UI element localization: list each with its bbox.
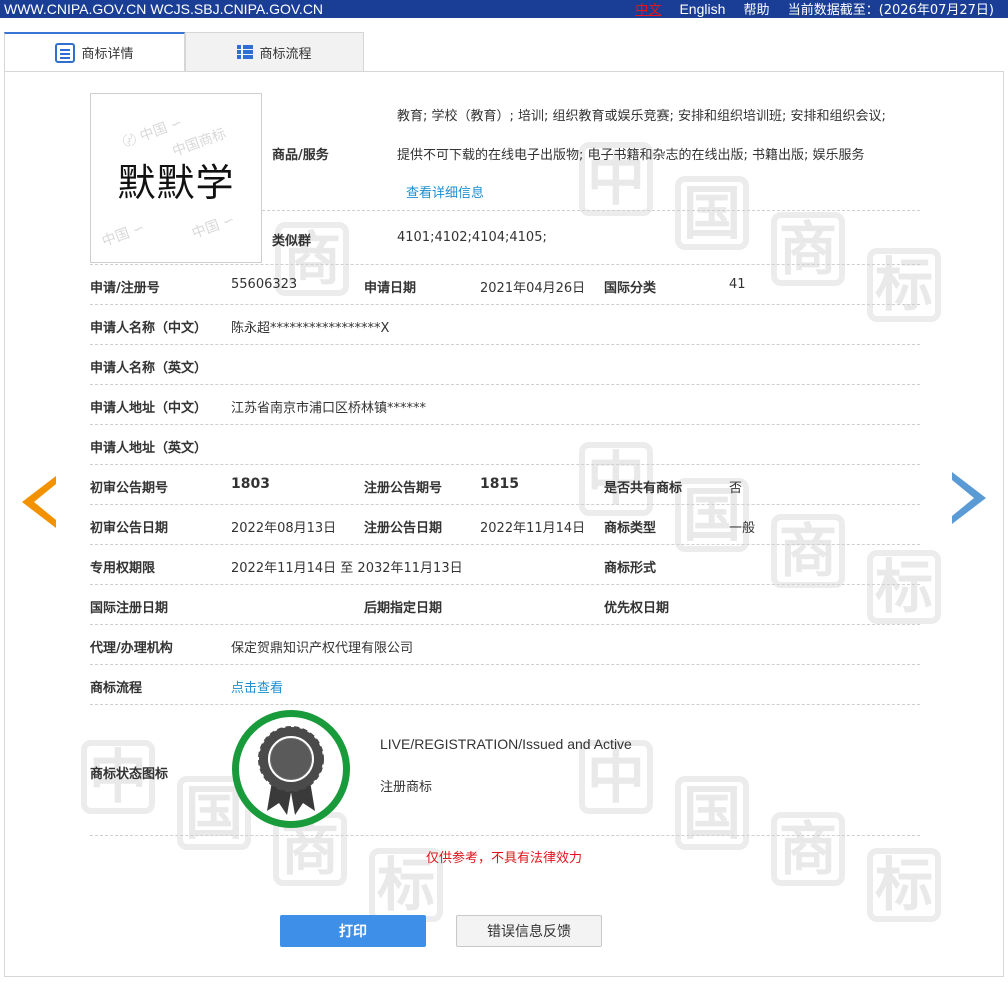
prelim-no-value: 1803 — [231, 476, 270, 492]
watermark-icon: 国 — [675, 776, 749, 850]
prelim-no-label: 初审公告期号 — [90, 481, 169, 496]
divider — [90, 464, 920, 465]
goods-services-label: 商品/服务 — [272, 148, 329, 163]
rosette-award-icon — [258, 726, 324, 815]
language-chinese-link[interactable]: 中文 — [635, 3, 661, 18]
intl-reg-date-label: 国际注册日期 — [90, 601, 169, 616]
print-button[interactable]: 打印 — [280, 915, 426, 947]
tm-form-label: 商标形式 — [604, 561, 657, 576]
later-design-label: 后期指定日期 — [364, 601, 443, 616]
help-link[interactable]: 帮助 — [744, 3, 770, 18]
priority-label: 优先权日期 — [604, 601, 670, 616]
divider — [90, 624, 920, 625]
previous-arrow-icon[interactable] — [22, 476, 56, 528]
reg-no-value: 55606323 — [231, 277, 298, 292]
goods-services-line-2: 提供不可下载的在线电子出版物; 电子书籍和杂志的在线出版; 书籍出版; 娱乐服务 — [397, 148, 865, 163]
divider — [90, 264, 920, 265]
divider — [90, 544, 920, 545]
divider — [90, 384, 920, 385]
agent-label: 代理/办理机构 — [90, 641, 173, 656]
tab-trademark-detail[interactable]: 商标详情 — [4, 32, 185, 72]
tab-bar: 商标详情 商标流程 — [4, 32, 1004, 72]
divider — [90, 664, 920, 665]
watermark-icon: 中国 ∽ — [189, 211, 237, 243]
intl-class-value: 41 — [729, 277, 746, 292]
language-english-link[interactable]: English — [679, 1, 725, 17]
watermark-icon: 中国 ∽ — [99, 219, 147, 251]
top-bar: WWW.CNIPA.GOV.CN WCJS.SBJ.CNIPA.GOV.CN 中文… — [0, 0, 1008, 18]
status-english-text: LIVE/REGISTRATION/Issued and Active — [380, 736, 632, 752]
trademark-text: 默默学 — [117, 161, 235, 205]
watermark-icon: 商 — [771, 212, 845, 286]
excl-period-label: 专用权期限 — [90, 561, 156, 576]
status-chinese-text: 注册商标 — [380, 780, 433, 795]
applicant-cn-value: 陈永超*****************X — [231, 321, 390, 336]
status-icon-label: 商标状态图标 — [90, 767, 169, 782]
top-bar-right: 中文 English 帮助 当前数据截至：(2026年07月27日) — [635, 0, 994, 20]
view-flow-link[interactable]: 点击查看 — [231, 677, 283, 696]
site-link-wcjs[interactable]: WCJS.SBJ.CNIPA.GOV.CN — [150, 1, 323, 17]
next-arrow-icon[interactable] — [952, 472, 986, 524]
divider — [262, 210, 920, 211]
reg-pub-date-label: 注册公告日期 — [364, 521, 443, 536]
intl-class-label: 国际分类 — [604, 281, 657, 296]
divider — [90, 424, 920, 425]
divider — [90, 344, 920, 345]
address-cn-value: 江苏省南京市浦口区桥林镇****** — [231, 401, 427, 416]
prelim-date-value: 2022年08月13日 — [231, 521, 337, 536]
trademark-image: 〄 中国 ∽ 中国商标 中国 ∽ 中国 ∽ 默默学 — [90, 93, 262, 263]
applicant-en-label: 申请人名称（英文） — [90, 361, 208, 376]
registered-status-badge — [232, 710, 350, 828]
address-en-label: 申请人地址（英文） — [90, 441, 208, 456]
applicant-cn-label: 申请人名称（中文） — [90, 321, 208, 336]
similar-group-value: 4101;4102;4104;4105; — [397, 230, 547, 245]
flow-label: 商标流程 — [90, 681, 143, 696]
apply-date-label: 申请日期 — [364, 281, 417, 296]
disclaimer-text: 仅供参考，不具有法律效力 — [425, 851, 582, 866]
similar-group-label: 类似群 — [272, 234, 312, 249]
goods-services-line-1: 教育; 学校（教育）; 培训; 组织教育或娱乐竞赛; 安排和组织培训班; 安排和… — [397, 109, 886, 124]
address-cn-label: 申请人地址（中文） — [90, 401, 208, 416]
tab-label: 商标流程 — [259, 46, 312, 62]
reg-no-label: 申请/注册号 — [90, 281, 160, 296]
excl-period-value: 2022年11月14日 至 2032年11月13日 — [231, 561, 463, 576]
reg-pub-date-value: 2022年11月14日 — [480, 521, 586, 536]
site-link-cnipa[interactable]: WWW.CNIPA.GOV.CN — [4, 1, 146, 17]
divider — [90, 704, 920, 705]
tab-label: 商标详情 — [81, 47, 134, 62]
shared-value: 否 — [729, 481, 743, 496]
agent-value: 保定贺鼎知识产权代理有限公司 — [231, 641, 414, 656]
watermark-icon: 标 — [867, 248, 941, 322]
prelim-date-label: 初审公告日期 — [90, 521, 169, 536]
error-feedback-button[interactable]: 错误信息反馈 — [456, 915, 602, 947]
divider — [90, 584, 920, 585]
site-links: WWW.CNIPA.GOV.CN WCJS.SBJ.CNIPA.GOV.CN — [4, 0, 327, 18]
grid-list-icon — [237, 45, 254, 59]
view-details-link[interactable]: 查看详细信息 — [406, 182, 484, 201]
list-icon — [55, 42, 76, 63]
divider — [90, 835, 920, 836]
tm-type-label: 商标类型 — [604, 521, 657, 536]
apply-date-value: 2021年04月26日 — [480, 281, 586, 296]
divider — [90, 304, 920, 305]
watermark-icon: 商 — [771, 514, 845, 588]
data-date-text: 当前数据截至：(2026年07月27日) — [787, 3, 994, 18]
reg-pub-no-value: 1815 — [480, 476, 519, 492]
divider — [90, 504, 920, 505]
watermark-icon: 国 — [675, 176, 749, 250]
tm-type-value: 一般 — [729, 521, 756, 536]
reg-pub-no-label: 注册公告期号 — [364, 481, 443, 496]
watermark-icon: 标 — [867, 550, 941, 624]
tab-trademark-flow[interactable]: 商标流程 — [185, 32, 364, 72]
shared-label: 是否共有商标 — [604, 481, 683, 496]
